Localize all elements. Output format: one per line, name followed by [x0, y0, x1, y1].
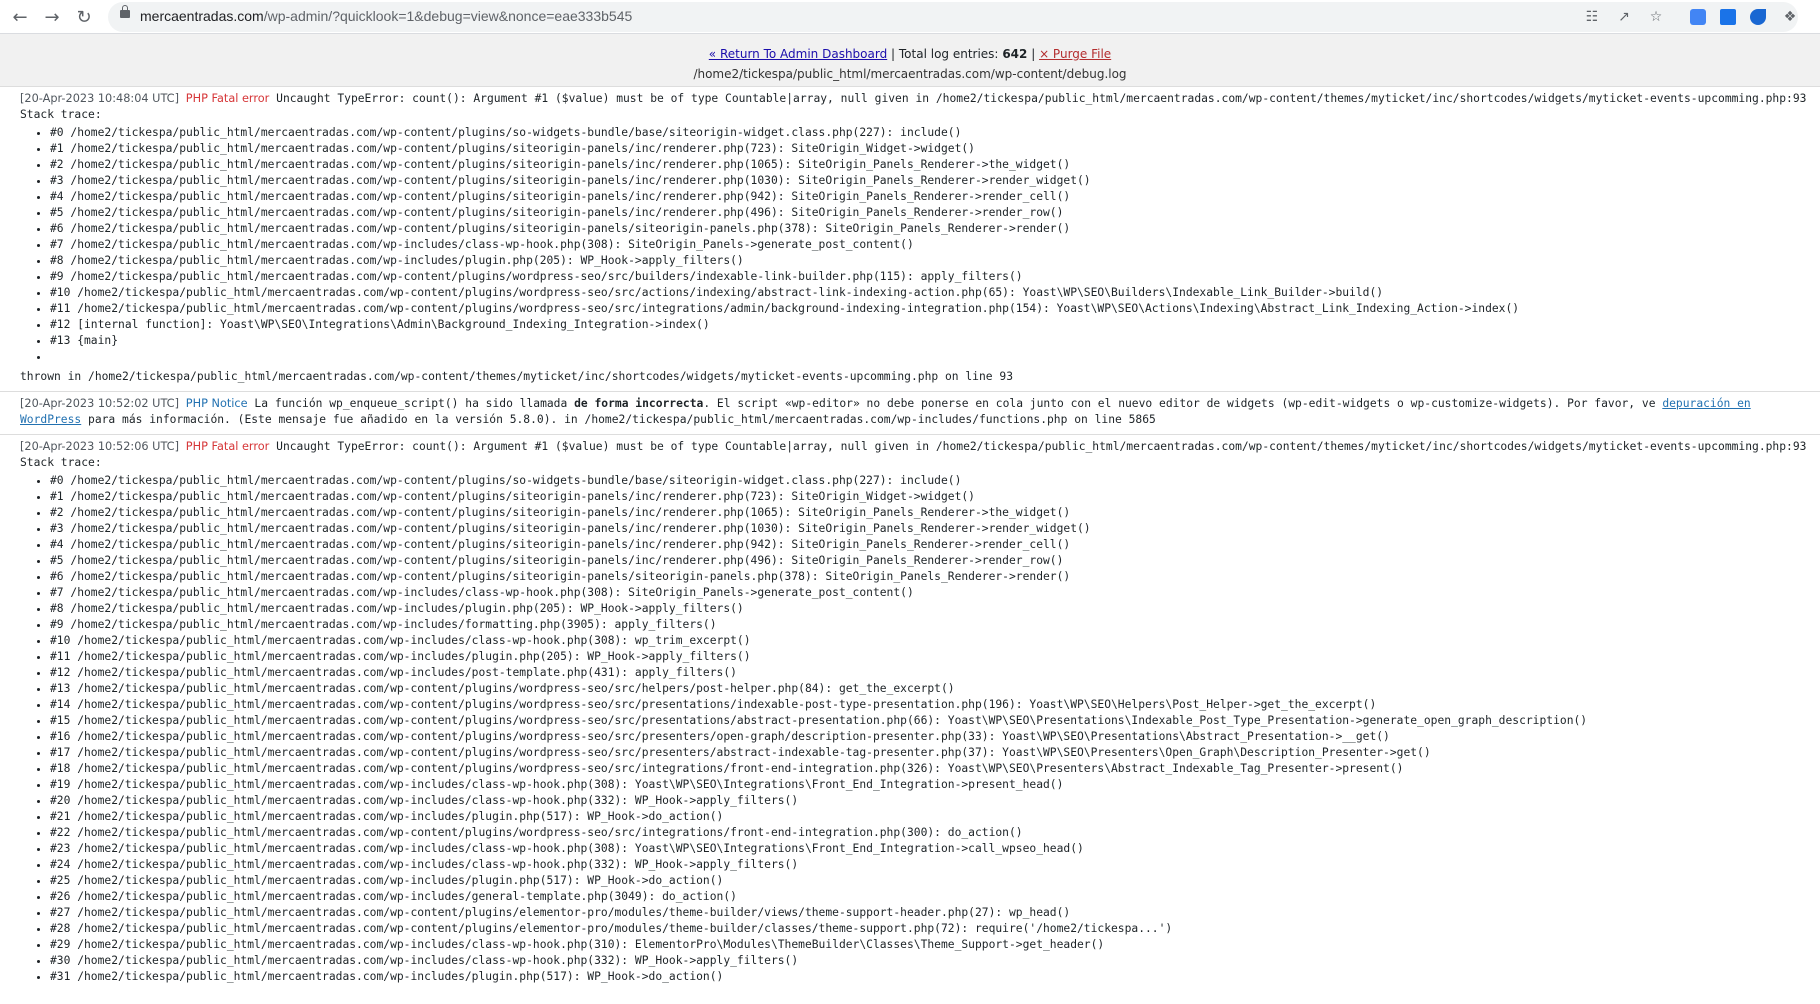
separator: |: [1031, 47, 1040, 61]
trace-line: #4 /home2/tickespa/public_html/mercaentr…: [50, 537, 1808, 553]
trace-line: #3 /home2/tickespa/public_html/mercaentr…: [50, 521, 1808, 537]
stack-trace: #0 /home2/tickespa/public_html/mercaentr…: [20, 473, 1808, 985]
trace-line: #24 /home2/tickespa/public_html/mercaent…: [50, 857, 1808, 873]
trace-line: #8 /home2/tickespa/public_html/mercaentr…: [50, 253, 1808, 269]
tag-extension-icon[interactable]: [1750, 9, 1766, 25]
back-arrow-icon[interactable]: ←: [8, 5, 32, 29]
purge-file-link[interactable]: × Purge File: [1039, 47, 1111, 61]
stack-trace-label: Stack trace:: [20, 108, 102, 121]
reader-extension-icon[interactable]: [1720, 9, 1736, 25]
trace-line: #11 /home2/tickespa/public_html/mercaent…: [50, 649, 1808, 665]
url-text[interactable]: mercaentradas.com/wp-admin/?quicklook=1&…: [140, 8, 632, 24]
trace-line: #2 /home2/tickespa/public_html/mercaentr…: [50, 157, 1808, 173]
trace-line: #16 /home2/tickespa/public_html/mercaent…: [50, 729, 1808, 745]
reload-icon[interactable]: ↻: [72, 5, 96, 29]
trace-line: #1 /home2/tickespa/public_html/mercaentr…: [50, 489, 1808, 505]
trace-line: #25 /home2/tickespa/public_html/mercaent…: [50, 873, 1808, 889]
lock-icon: [120, 5, 130, 18]
address-bar[interactable]: mercaentradas.com/wp-admin/?quicklook=1&…: [108, 2, 1798, 32]
trace-line: #18 /home2/tickespa/public_html/mercaent…: [50, 761, 1808, 777]
trace-line: #31 /home2/tickespa/public_html/mercaent…: [50, 969, 1808, 985]
trace-line: #28 /home2/tickespa/public_html/mercaent…: [50, 921, 1808, 937]
trace-line: #7 /home2/tickespa/public_html/mercaentr…: [50, 237, 1808, 253]
stack-trace: #0 /home2/tickespa/public_html/mercaentr…: [20, 125, 1808, 365]
trace-line: #17 /home2/tickespa/public_html/mercaent…: [50, 745, 1808, 761]
log-file-path: /home2/tickespa/public_html/mercaentrada…: [693, 67, 1127, 81]
trace-line: #6 /home2/tickespa/public_html/mercaentr…: [50, 221, 1808, 237]
trace-line: #27 /home2/tickespa/public_html/mercaent…: [50, 905, 1808, 921]
trace-line: #26 /home2/tickespa/public_html/mercaent…: [50, 889, 1808, 905]
trace-line: #5 /home2/tickespa/public_html/mercaentr…: [50, 205, 1808, 221]
total-entries-count: 642: [1002, 47, 1028, 61]
trace-line: #10 /home2/tickespa/public_html/mercaent…: [50, 285, 1808, 301]
log-entry: [20-Apr-2023 10:52:02 UTC] PHP Notice La…: [0, 392, 1820, 435]
trace-line: #0 /home2/tickespa/public_html/mercaentr…: [50, 473, 1808, 489]
trace-line: #6 /home2/tickespa/public_html/mercaentr…: [50, 569, 1808, 585]
trace-line: #30 /home2/tickespa/public_html/mercaent…: [50, 953, 1808, 969]
log-entry: [20-Apr-2023 10:48:04 UTC] PHP Fatal err…: [0, 87, 1820, 392]
trace-line: #9 /home2/tickespa/public_html/mercaentr…: [50, 269, 1808, 285]
entry-message: Uncaught TypeError: count(): Argument #1…: [276, 92, 1807, 105]
share-icon[interactable]: ↗: [1614, 7, 1634, 27]
total-entries-label: Total log entries:: [898, 47, 999, 61]
entry-timestamp: [20-Apr-2023 10:52:06 UTC]: [20, 440, 179, 453]
thrown-line: thrown in /home2/tickespa/public_html/me…: [20, 370, 1013, 383]
trace-line: #12 [internal function]: Yoast\WP\SEO\In…: [50, 317, 1808, 333]
trace-line: [50, 349, 1808, 365]
browser-toolbar: ← → ↻ mercaentradas.com/wp-admin/?quickl…: [0, 0, 1820, 34]
return-to-dashboard-link[interactable]: « Return To Admin Dashboard: [709, 47, 887, 61]
trace-line: #1 /home2/tickespa/public_html/mercaentr…: [50, 141, 1808, 157]
trace-line: #29 /home2/tickespa/public_html/mercaent…: [50, 937, 1808, 953]
trace-line: #19 /home2/tickespa/public_html/mercaent…: [50, 777, 1808, 793]
entry-message: . El script «wp-editor» no debe ponerse …: [703, 397, 1663, 410]
trace-line: #0 /home2/tickespa/public_html/mercaentr…: [50, 125, 1808, 141]
entry-level: PHP Fatal error: [185, 92, 270, 105]
entry-message-emphasis: de forma incorrecta: [574, 397, 704, 410]
entry-timestamp: [20-Apr-2023 10:52:02 UTC]: [20, 397, 179, 410]
entry-level: PHP Notice: [185, 397, 248, 410]
trace-line: #22 /home2/tickespa/public_html/mercaent…: [50, 825, 1808, 841]
log-viewer-header: « Return To Admin Dashboard | Total log …: [0, 46, 1820, 62]
google-translate-extension-icon[interactable]: [1690, 9, 1706, 25]
trace-line: #5 /home2/tickespa/public_html/mercaentr…: [50, 553, 1808, 569]
trace-line: #15 /home2/tickespa/public_html/mercaent…: [50, 713, 1808, 729]
separator: |: [891, 47, 899, 61]
trace-line: #9 /home2/tickespa/public_html/mercaentr…: [50, 617, 1808, 633]
trace-line: #2 /home2/tickespa/public_html/mercaentr…: [50, 505, 1808, 521]
entry-message: para más información. (Este mensaje fue …: [81, 413, 1156, 426]
entry-message: La función wp_enqueue_script() ha sido l…: [254, 397, 575, 410]
trace-line: #8 /home2/tickespa/public_html/mercaentr…: [50, 601, 1808, 617]
translate-icon[interactable]: ☷: [1582, 7, 1602, 27]
log-entries: [20-Apr-2023 10:48:04 UTC] PHP Fatal err…: [0, 86, 1820, 1004]
trace-line: #11 /home2/tickespa/public_html/mercaent…: [50, 301, 1808, 317]
trace-line: #7 /home2/tickespa/public_html/mercaentr…: [50, 585, 1808, 601]
trace-line: #23 /home2/tickespa/public_html/mercaent…: [50, 841, 1808, 857]
trace-line: #14 /home2/tickespa/public_html/mercaent…: [50, 697, 1808, 713]
trace-line: #13 {main}: [50, 333, 1808, 349]
log-entry: [20-Apr-2023 10:52:06 UTC] PHP Fatal err…: [0, 435, 1820, 991]
entry-level: PHP Fatal error: [185, 440, 270, 453]
trace-line: #20 /home2/tickespa/public_html/mercaent…: [50, 793, 1808, 809]
trace-line: #21 /home2/tickespa/public_html/mercaent…: [50, 809, 1808, 825]
trace-line: #13 /home2/tickespa/public_html/mercaent…: [50, 681, 1808, 697]
trace-line: #12 /home2/tickespa/public_html/mercaent…: [50, 665, 1808, 681]
trace-line: #3 /home2/tickespa/public_html/mercaentr…: [50, 173, 1808, 189]
entry-timestamp: [20-Apr-2023 10:48:04 UTC]: [20, 92, 179, 105]
forward-arrow-icon[interactable]: →: [40, 5, 64, 29]
stack-trace-label: Stack trace:: [20, 456, 102, 469]
extensions-puzzle-icon[interactable]: ❖: [1780, 7, 1800, 27]
trace-line: #4 /home2/tickespa/public_html/mercaentr…: [50, 189, 1808, 205]
entry-message: Uncaught TypeError: count(): Argument #1…: [276, 440, 1807, 453]
bookmark-star-icon[interactable]: ☆: [1646, 7, 1666, 27]
trace-line: #10 /home2/tickespa/public_html/mercaent…: [50, 633, 1808, 649]
